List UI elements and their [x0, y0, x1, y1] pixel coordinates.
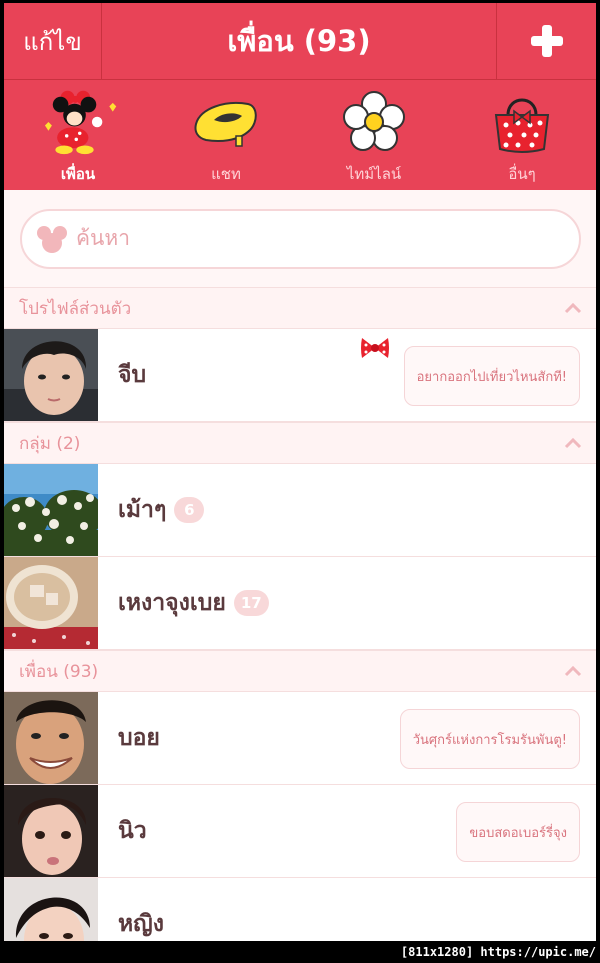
tab-label: ไทม์ไลน์ [346, 165, 402, 183]
tab-chat[interactable]: แชท [152, 80, 300, 190]
friend-row[interactable]: หญิง [4, 878, 596, 941]
friend-row[interactable]: นิว ขอบสดอเบอร์รี่จุง [4, 785, 596, 878]
red-polka-dot-bag-icon [482, 86, 562, 158]
add-friend-button[interactable] [496, 3, 596, 79]
chevron-up-icon [564, 302, 582, 314]
search-input[interactable]: ค้นหา [20, 208, 581, 269]
avatar [4, 692, 98, 784]
group-name: เม้าๆ [118, 497, 167, 523]
tab-timeline[interactable]: ไทม์ไลน์ [300, 80, 448, 190]
bow-icon [360, 335, 390, 365]
group-row[interactable]: เหงาจุงเบย 17 [4, 557, 596, 650]
yellow-shoe-icon [186, 86, 266, 158]
chevron-up-icon [564, 437, 582, 449]
section-header-profile[interactable]: โปรไฟล์ส่วนตัว [4, 287, 596, 329]
tab-bar: เพื่อน แชท ไทม์ไลน์ อื่นๆ [4, 80, 596, 190]
section-header-groups[interactable]: กลุ่ม (2) [4, 422, 596, 464]
search-bar: ค้นหา [4, 190, 596, 287]
section-title: เพื่อน (93) [19, 661, 99, 682]
chevron-up-icon [564, 665, 582, 677]
section-title: โปรไฟล์ส่วนตัว [19, 298, 132, 319]
friend-name: บอย [118, 725, 160, 751]
friend-row[interactable]: บอย วันศุกร์แห่งการโรมรันพันตู! [4, 692, 596, 785]
group-avatar [4, 557, 98, 649]
watermark: [811x1280] https://upic.me/ [400, 945, 596, 959]
status-message: วันศุกร์แห่งการโรมรันพันตู! [399, 709, 580, 769]
group-row[interactable]: เม้าๆ 6 [4, 464, 596, 557]
group-avatar [4, 464, 98, 556]
avatar [4, 785, 98, 877]
friends-screen: แก้ไข เพื่อน (93) เพื่อน แชท ไทม์ไลน์ อื… [4, 3, 596, 941]
friend-name: นิว [118, 818, 147, 844]
plus-icon [530, 25, 563, 57]
minnie-mouse-icon [38, 86, 118, 158]
group-name: เหงาจุงเบย [118, 590, 226, 616]
page-title: เพื่อน (93) [227, 24, 371, 58]
search-placeholder: ค้นหา [76, 226, 131, 250]
tab-label: แชท [211, 165, 241, 183]
tab-more[interactable]: อื่นๆ [448, 80, 596, 190]
tab-label: อื่นๆ [508, 165, 536, 183]
avatar [4, 878, 98, 941]
avatar [4, 329, 98, 421]
profile-row[interactable]: จีบ อยากออกไปเที่ยวไหนสักที! [4, 329, 596, 422]
tab-friends[interactable]: เพื่อน [4, 80, 152, 190]
status-message: ขอบสดอเบอร์รี่จุง [456, 802, 580, 862]
edit-button[interactable]: แก้ไข [4, 3, 102, 79]
minnie-head-search-icon [37, 225, 67, 253]
status-message: อยากออกไปเที่ยวไหนสักที! [403, 346, 580, 406]
tab-label: เพื่อน [60, 165, 96, 183]
top-bar: แก้ไข เพื่อน (93) [4, 3, 596, 80]
section-title: กลุ่ม (2) [19, 433, 81, 454]
friend-name: หญิง [118, 911, 164, 937]
member-count-badge: 6 [174, 497, 205, 523]
profile-name: จีบ [118, 362, 147, 388]
section-header-friends[interactable]: เพื่อน (93) [4, 650, 596, 692]
member-count-badge: 17 [233, 590, 269, 616]
flower-icon [334, 86, 414, 158]
